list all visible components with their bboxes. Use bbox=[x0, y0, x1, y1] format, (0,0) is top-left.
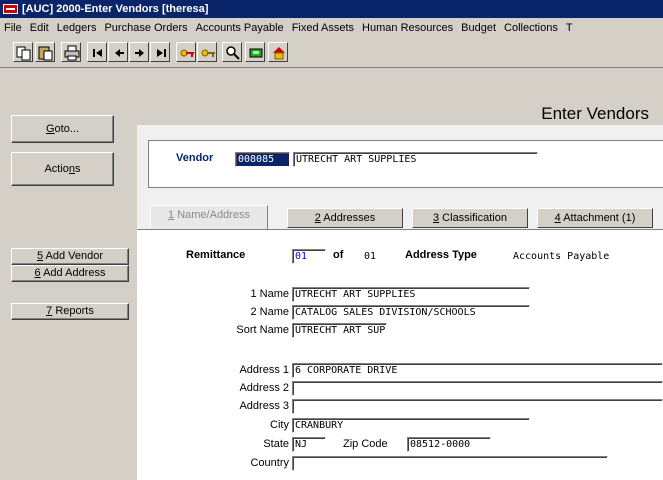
next-record-icon[interactable] bbox=[129, 42, 149, 62]
country-label: Country bbox=[250, 457, 289, 469]
address-type-label: Address Type bbox=[405, 249, 477, 261]
toolbar bbox=[0, 38, 663, 68]
previous-record-icon[interactable] bbox=[108, 42, 128, 62]
country-input[interactable] bbox=[292, 456, 608, 471]
address1-input[interactable]: 6 CORPORATE DRIVE bbox=[292, 363, 663, 378]
tab-classification[interactable]: 3 Classification bbox=[412, 208, 528, 228]
menu-ledgers[interactable]: Ledgers bbox=[53, 18, 101, 38]
vendor-label: Vendor bbox=[176, 152, 214, 164]
address2-label: Address 2 bbox=[239, 382, 289, 394]
search-icon[interactable] bbox=[222, 42, 242, 62]
keys-icon[interactable] bbox=[176, 42, 196, 62]
menu-collections[interactable]: Collections bbox=[500, 18, 562, 38]
address1-label: Address 1 bbox=[239, 364, 289, 376]
tab-content bbox=[137, 229, 663, 480]
city-label: City bbox=[270, 419, 289, 431]
city-input[interactable]: CRANBURY bbox=[292, 418, 530, 433]
sort-name-label: Sort Name bbox=[236, 324, 289, 336]
first-record-icon[interactable] bbox=[87, 42, 107, 62]
tab-addresses[interactable]: 2 Addresses bbox=[287, 208, 403, 228]
address3-label: Address 3 bbox=[239, 400, 289, 412]
tab-attachment[interactable]: 4 Attachment (1) bbox=[537, 208, 653, 228]
add-vendor-button[interactable]: 5 Add Vendor bbox=[11, 248, 129, 265]
menu-bar: File Edit Ledgers Purchase Orders Accounts P… bbox=[0, 18, 663, 38]
name2-label: 2 Name bbox=[250, 306, 289, 318]
actions-button[interactable]: Actions bbox=[11, 152, 114, 186]
remittance-of-label: of bbox=[333, 249, 344, 261]
page-title: Enter Vendors bbox=[541, 104, 649, 123]
reports-label: Reports bbox=[52, 305, 94, 317]
app-icon[interactable] bbox=[3, 4, 18, 14]
address3-input[interactable] bbox=[292, 399, 663, 414]
menu-budget[interactable]: Budget bbox=[457, 18, 500, 38]
sort-name-input[interactable]: UTRECHT ART SUP bbox=[292, 323, 387, 338]
zip-code-label: Zip Code bbox=[343, 438, 388, 450]
menu-purchase-orders[interactable]: Purchase Orders bbox=[100, 18, 191, 38]
add-vendor-label: Add Vendor bbox=[43, 250, 104, 262]
remittance-label: Remittance bbox=[186, 249, 246, 261]
name2-input[interactable]: CATALOG SALES DIVISION/SCHOOLS bbox=[292, 305, 530, 320]
remittance-total: 01 bbox=[364, 251, 377, 262]
name1-input[interactable]: UTRECHT ART SUPPLIES bbox=[292, 287, 530, 302]
vendor-code-input[interactable]: 008085 bbox=[235, 152, 290, 167]
goto-hotkey: G bbox=[45, 123, 55, 135]
keys-alt-icon[interactable] bbox=[197, 42, 217, 62]
actions-label-post: s bbox=[75, 163, 81, 175]
paste-icon[interactable] bbox=[35, 42, 55, 62]
address-type-value: Accounts Payable bbox=[513, 251, 610, 262]
tab-addresses-label: Addresses bbox=[320, 212, 376, 224]
tab-name-address-label: Name/Address bbox=[174, 209, 250, 221]
state-input[interactable]: NJ bbox=[292, 437, 326, 452]
goto-button[interactable]: Goto... bbox=[11, 115, 114, 143]
title-bar[interactable]: [AUC] 2000-Enter Vendors [theresa] bbox=[0, 0, 663, 18]
remittance-input[interactable]: 01 bbox=[292, 249, 326, 264]
menu-file[interactable]: File bbox=[0, 18, 26, 38]
goto-label-post: oto... bbox=[54, 123, 80, 135]
add-address-label: Add Address bbox=[40, 267, 106, 279]
window-title: [AUC] 2000-Enter Vendors [theresa] bbox=[22, 3, 209, 15]
menu-accounts-payable[interactable]: Accounts Payable bbox=[192, 18, 288, 38]
name1-label: 1 Name bbox=[250, 288, 289, 300]
address2-input[interactable] bbox=[292, 381, 663, 396]
tab-classification-label: Classification bbox=[439, 212, 507, 224]
menu-human-resources[interactable]: Human Resources bbox=[358, 18, 457, 38]
tab-attachment-label: Attachment (1) bbox=[560, 212, 636, 224]
actions-label-pre: Actio bbox=[44, 163, 69, 175]
menu-edit[interactable]: Edit bbox=[26, 18, 53, 38]
menu-fixed-assets[interactable]: Fixed Assets bbox=[288, 18, 358, 38]
tab-name-address[interactable]: 1 Name/Address bbox=[150, 205, 268, 230]
last-record-icon[interactable] bbox=[150, 42, 170, 62]
save-icon[interactable] bbox=[245, 42, 265, 62]
state-label: State bbox=[263, 438, 289, 450]
add-address-button[interactable]: 6 Add Address bbox=[11, 265, 129, 282]
home-icon[interactable] bbox=[268, 42, 288, 62]
vendor-name-input[interactable]: UTRECHT ART SUPPLIES bbox=[293, 152, 538, 167]
menu-more[interactable]: T bbox=[562, 18, 577, 38]
print-icon[interactable] bbox=[61, 42, 81, 62]
reports-button[interactable]: 7 Reports bbox=[11, 303, 129, 320]
copy-icon[interactable] bbox=[13, 42, 33, 62]
zip-code-input[interactable]: 08512-0000 bbox=[407, 437, 491, 452]
